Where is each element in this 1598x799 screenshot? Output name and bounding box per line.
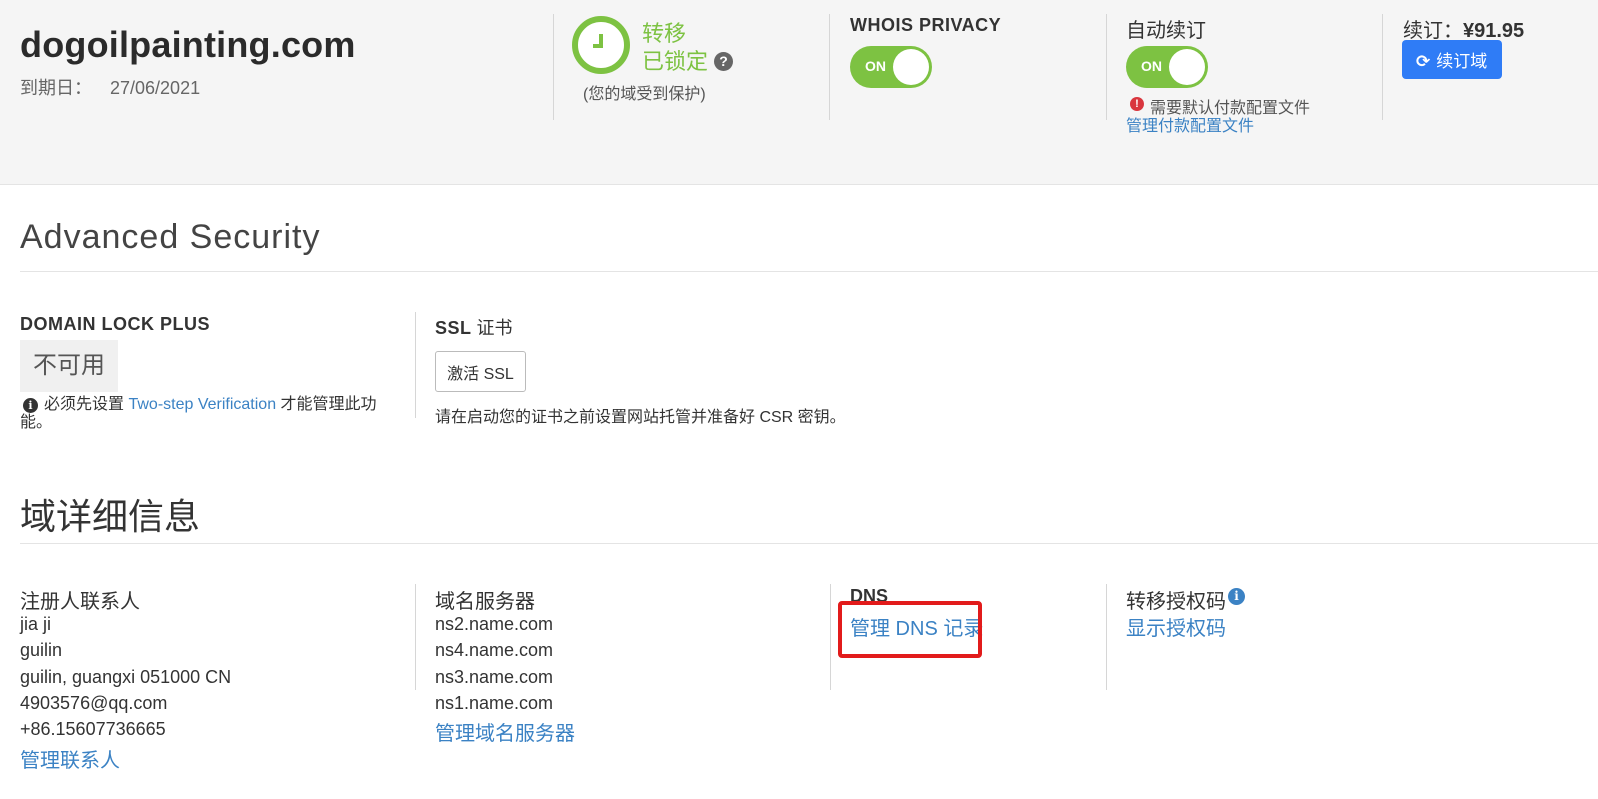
toggle-knob <box>1169 49 1205 85</box>
renew-price-label: 续订： <box>1403 20 1463 42</box>
ssl-note: 请在启动您的证书之前设置网站托管并准备好 CSR 密钥。 <box>435 409 846 426</box>
registrant-line: jia ji <box>20 614 52 634</box>
auto-renew-toggle[interactable]: ON <box>1126 46 1208 88</box>
expiry-date: 27/06/2021 <box>110 78 201 98</box>
whois-privacy-toggle[interactable]: ON <box>850 46 932 88</box>
divider <box>553 14 554 120</box>
auth-code-label: 转移授权码 <box>1126 591 1226 613</box>
divider <box>1106 584 1107 690</box>
dns-label: DNS <box>850 586 889 606</box>
divider <box>1106 14 1107 120</box>
toggle-text: ON <box>1141 58 1162 74</box>
expiry-label: 到期日： <box>20 78 92 98</box>
refresh-icon: ⟳ <box>1416 52 1431 71</box>
domain-lock-plus-label: DOMAIN LOCK PLUS <box>20 314 210 334</box>
ssl-certificate-label: SSL 证书 <box>435 314 513 340</box>
manage-nameservers-link[interactable]: 管理域名服务器 <box>435 717 575 746</box>
activate-ssl-button[interactable]: 激活 SSL <box>435 351 526 392</box>
transfer-note: (您的域受到保护) <box>583 86 706 103</box>
registrant-line: guilin, guangxi 051000 CN <box>20 667 232 687</box>
domain-details-title: 域详细信息 <box>20 496 201 537</box>
manage-dns-records-link[interactable]: 管理 DNS 记录 <box>850 612 983 641</box>
divider <box>1382 14 1383 120</box>
divider <box>830 584 831 690</box>
toggle-text: ON <box>865 58 886 74</box>
info-circle-icon[interactable]: i <box>1228 588 1245 605</box>
manage-contacts-link[interactable]: 管理联系人 <box>20 744 120 773</box>
expiry-info: 到期日： 27/06/2021 <box>20 74 200 100</box>
manage-payment-profile-link[interactable]: 管理付款配置文件 <box>1126 112 1254 136</box>
divider <box>415 312 416 418</box>
registrant-line: 4903576@qq.com <box>20 693 168 713</box>
question-circle-icon[interactable]: ? <box>714 52 733 71</box>
divider <box>829 14 830 120</box>
whois-privacy-label: WHOIS PRIVACY <box>850 15 1002 35</box>
nameserver-item: ns4.name.com <box>435 640 554 660</box>
domain-header: dogoilpainting.com 到期日： 27/06/2021 转移 已锁定… <box>0 0 1598 185</box>
registrant-line: +86.15607736665 <box>20 719 166 739</box>
divider <box>415 584 416 690</box>
nameserver-item: ns2.name.com <box>435 614 554 634</box>
renew-price-value: ¥91.95 <box>1463 20 1525 42</box>
lock-clock-icon <box>572 16 630 74</box>
toggle-knob <box>893 49 929 85</box>
registrant-contact-label: 注册人联系人 <box>20 591 140 613</box>
renew-domain-button[interactable]: ⟳ 续订域 <box>1402 40 1502 79</box>
two-step-verification-link[interactable]: Two-step Verification <box>128 396 276 413</box>
nameserver-item: ns3.name.com <box>435 667 554 687</box>
renew-price: 续订：¥91.95 <box>1403 14 1524 43</box>
nameserver-item: ns1.name.com <box>435 693 554 713</box>
show-auth-code-link[interactable]: 显示授权码 <box>1126 612 1226 641</box>
note-prefix: 必须先设置 <box>44 396 125 413</box>
nameservers-label: 域名服务器 <box>435 591 535 613</box>
section-divider <box>20 543 1598 544</box>
exclamation-circle-icon: ! <box>1130 97 1144 111</box>
advanced-security-title: Advanced Security <box>20 218 321 256</box>
ssl-label-bold: SSL <box>435 318 472 338</box>
domain-name: dogoilpainting.com <box>20 24 356 65</box>
transfer-status: 已锁定 <box>642 49 709 74</box>
domain-lock-plus-status: 不可用 <box>20 340 118 392</box>
section-divider <box>20 271 1598 272</box>
transfer-title: 转移 <box>642 21 687 46</box>
two-step-note: 必须先设置 Two-step Verification 才能管理此功能。 <box>20 396 390 432</box>
auto-renew-label: 自动续订 <box>1126 20 1206 42</box>
registrant-line: guilin <box>20 640 63 660</box>
ssl-label-rest: 证书 <box>471 318 513 338</box>
renew-button-label: 续订域 <box>1436 52 1488 71</box>
